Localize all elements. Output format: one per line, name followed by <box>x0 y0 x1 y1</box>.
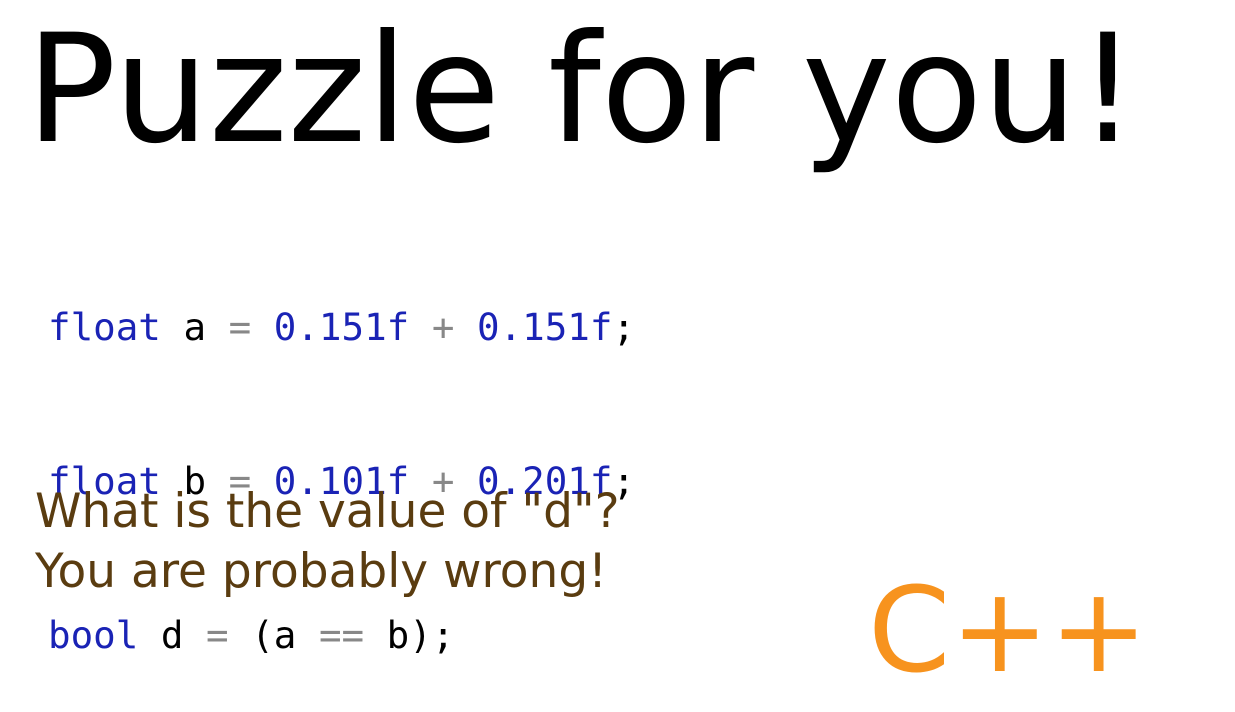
question-block: What is the value of "d"? You are probab… <box>35 482 620 602</box>
code-token-punct: ); <box>409 613 455 657</box>
code-token-op: + <box>431 305 455 349</box>
code-token-punct: ; <box>612 305 636 349</box>
code-token-num: 0.151f <box>476 305 613 349</box>
question-text: What is the value of "d"? <box>35 484 620 539</box>
code-token-op: = <box>206 613 229 657</box>
code-token-kw: bool <box>48 613 139 657</box>
code-line-3: bool d = (a == b); <box>48 602 635 668</box>
code-token-id: a <box>273 613 297 657</box>
code-token-id: b <box>386 613 410 657</box>
code-token-op: == <box>318 613 365 657</box>
code-token-id: d <box>160 613 184 657</box>
code-snippet: float a = 0.151f + 0.151f; float b = 0.1… <box>48 206 635 712</box>
question-subtext: You are probably wrong! <box>35 544 608 599</box>
code-token-punct: ( <box>251 613 274 657</box>
code-token-id: a <box>183 305 207 349</box>
code-token-kw: float <box>48 305 161 349</box>
code-token-op: = <box>228 305 252 349</box>
code-token-num: 0.151f <box>273 305 410 349</box>
code-line-1: float a = 0.151f + 0.151f; <box>48 294 635 360</box>
cpp-language-label: C++ <box>868 561 1149 699</box>
puzzle-title: Puzzle for you! <box>26 3 1138 177</box>
